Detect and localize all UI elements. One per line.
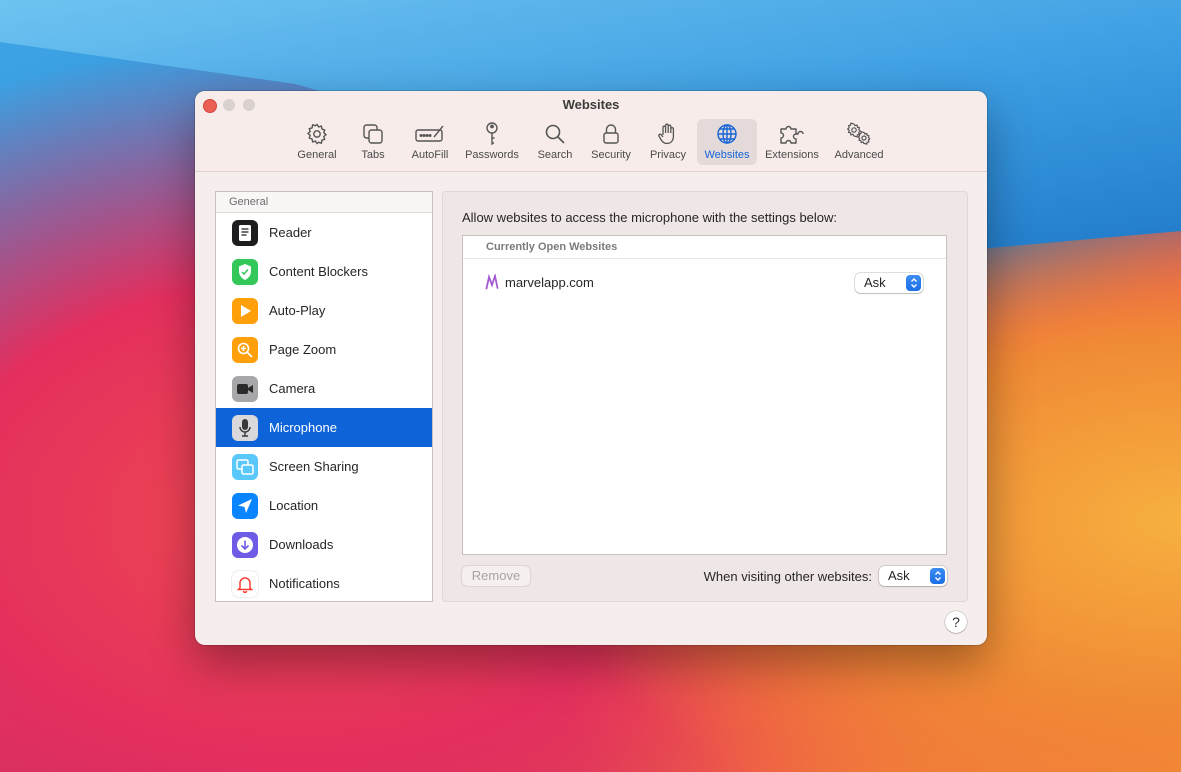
- up-down-arrows-icon: [906, 275, 921, 291]
- sidebar-item-screen-sharing[interactable]: Screen Sharing: [216, 447, 432, 486]
- lock-icon: [601, 121, 621, 147]
- puzzle-icon: [778, 121, 806, 147]
- notifications-icon: [232, 570, 258, 597]
- site-domain: marvelapp.com: [505, 275, 594, 290]
- gears-icon: [845, 121, 873, 147]
- tab-websites-label: Websites: [704, 149, 750, 161]
- tab-passwords[interactable]: Passwords: [461, 119, 523, 165]
- magnifier-icon: [543, 121, 567, 147]
- reader-icon: [232, 219, 258, 246]
- tab-extensions[interactable]: Extensions: [761, 119, 823, 165]
- panel-description: Allow websites to access the microphone …: [462, 210, 838, 225]
- sidebar-item-downloads[interactable]: Downloads: [216, 525, 432, 564]
- sidebar-item-label: Notifications: [269, 576, 340, 591]
- site-permission-value: Ask: [864, 275, 886, 290]
- screen-sharing-icon: [232, 453, 258, 480]
- tab-general-label: General: [297, 149, 337, 161]
- tab-search-label: Search: [537, 149, 573, 161]
- preferences-window: Websites General Tabs AutoFill Passwords…: [195, 91, 987, 645]
- globe-icon: [715, 121, 739, 147]
- title-bar: Websites General Tabs AutoFill Passwords…: [195, 91, 987, 172]
- site-permission-popup[interactable]: Ask: [855, 273, 923, 293]
- sidebar-item-location[interactable]: Location: [216, 486, 432, 525]
- other-websites-value: Ask: [888, 568, 910, 583]
- tab-security-label: Security: [591, 149, 631, 161]
- tab-general[interactable]: General: [291, 119, 343, 165]
- sidebar-item-label: Camera: [269, 381, 316, 396]
- tab-websites[interactable]: Websites: [697, 119, 757, 165]
- open-websites-list[interactable]: Currently Open Websites marvelapp.com As…: [462, 235, 947, 555]
- microphone-icon: [232, 414, 258, 441]
- key-icon: [482, 121, 502, 147]
- tab-advanced[interactable]: Advanced: [829, 119, 889, 165]
- sidebar-header: General: [216, 192, 432, 213]
- sidebar-item-page-zoom[interactable]: Page Zoom: [216, 330, 432, 369]
- preferences-toolbar: General Tabs AutoFill Passwords Search S…: [195, 119, 987, 167]
- gear-icon: [305, 121, 329, 147]
- content-blockers-icon: [232, 258, 258, 285]
- tab-privacy[interactable]: Privacy: [645, 119, 691, 165]
- sidebar-item-label: Downloads: [269, 537, 334, 552]
- marvel-logo-icon: [485, 272, 499, 295]
- page-zoom-icon: [232, 336, 258, 363]
- hand-icon: [657, 121, 679, 147]
- tab-privacy-label: Privacy: [649, 149, 687, 161]
- location-icon: [232, 492, 258, 519]
- help-button[interactable]: ?: [945, 611, 967, 633]
- tab-extensions-label: Extensions: [765, 149, 819, 161]
- downloads-icon: [232, 531, 258, 558]
- sidebar-item-microphone[interactable]: Microphone: [216, 408, 432, 447]
- sidebar-item-label: Location: [269, 498, 319, 513]
- list-header: Currently Open Websites: [463, 236, 946, 259]
- sidebar-item-label: Screen Sharing: [269, 459, 359, 474]
- other-websites-popup[interactable]: Ask: [879, 566, 947, 586]
- tabs-icon: [361, 121, 385, 147]
- sidebar-item-label: Auto-Play: [269, 303, 326, 318]
- websites-sidebar[interactable]: General Reader Content Blockers Auto-Pla…: [215, 191, 433, 602]
- list-item[interactable]: marvelapp.com Ask: [463, 272, 946, 296]
- sidebar-item-label: Content Blockers: [269, 264, 368, 279]
- microphone-settings-panel: Allow websites to access the microphone …: [442, 191, 968, 602]
- tab-autofill[interactable]: AutoFill: [405, 119, 455, 165]
- sidebar-item-label: Page Zoom: [269, 342, 337, 357]
- window-title: Websites: [562, 97, 620, 112]
- tab-passwords-label: Passwords: [465, 149, 519, 161]
- sidebar-item-auto-play[interactable]: Auto-Play: [216, 291, 432, 330]
- sidebar-item-label: Reader: [269, 225, 312, 240]
- sidebar-item-label: Microphone: [269, 420, 337, 435]
- up-down-arrows-icon: [930, 568, 945, 584]
- tab-search[interactable]: Search: [533, 119, 577, 165]
- sidebar-item-reader[interactable]: Reader: [216, 213, 432, 252]
- tab-tabs[interactable]: Tabs: [353, 119, 393, 165]
- sidebar-item-content-blockers[interactable]: Content Blockers: [216, 252, 432, 291]
- tab-autofill-label: AutoFill: [411, 149, 449, 161]
- remove-button[interactable]: Remove: [462, 566, 530, 586]
- tab-security[interactable]: Security: [587, 119, 635, 165]
- camera-icon: [232, 375, 258, 402]
- auto-play-icon: [232, 297, 258, 324]
- tab-advanced-label: Advanced: [834, 149, 884, 161]
- tab-tabs-label: Tabs: [361, 149, 385, 161]
- sidebar-item-camera[interactable]: Camera: [216, 369, 432, 408]
- other-websites-label: When visiting other websites:: [703, 569, 872, 584]
- autofill-icon: [414, 121, 446, 147]
- sidebar-item-notifications[interactable]: Notifications: [216, 564, 432, 601]
